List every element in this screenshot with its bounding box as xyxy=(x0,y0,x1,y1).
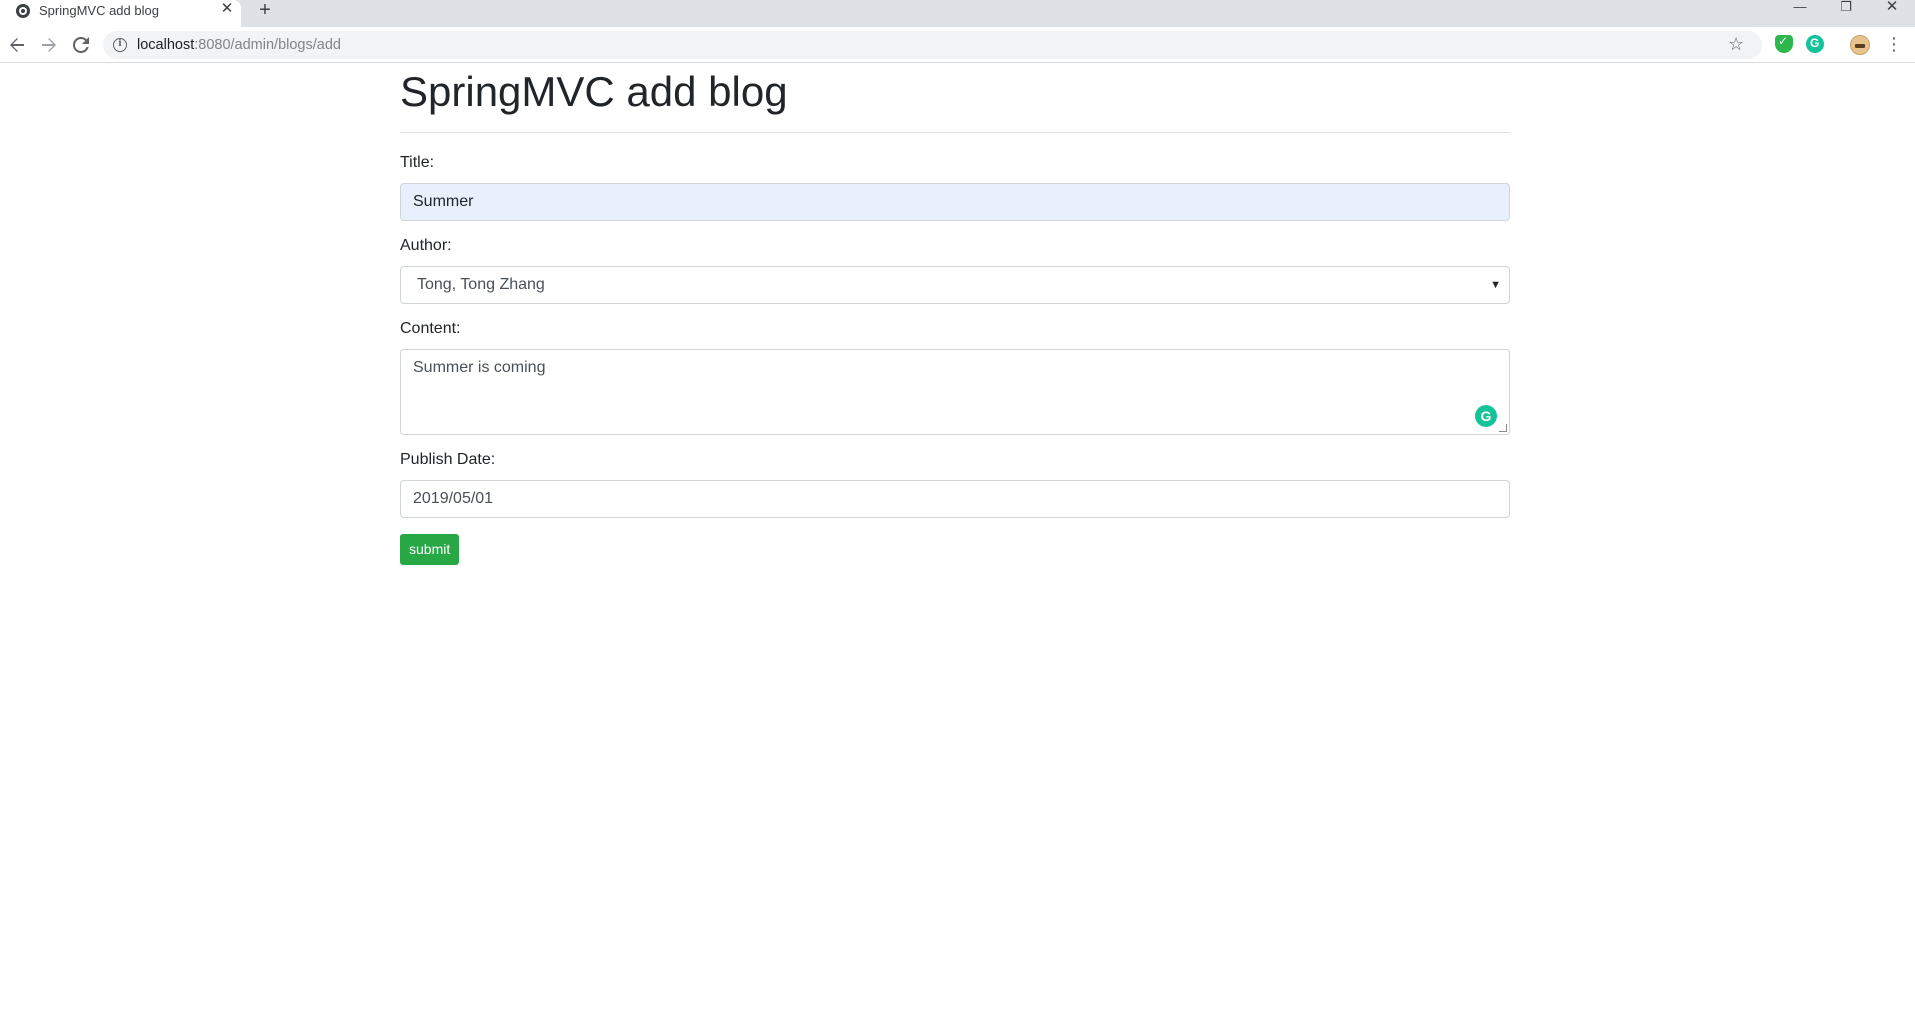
browser-tab[interactable]: SpringMVC add blog ✕ xyxy=(0,0,241,27)
restore-button[interactable]: ❐ xyxy=(1823,0,1869,16)
publish-date-label: Publish Date: xyxy=(400,451,496,468)
profile-avatar[interactable] xyxy=(1850,35,1870,55)
reload-icon[interactable] xyxy=(67,31,95,59)
info-icon[interactable]: i xyxy=(113,38,127,52)
tab-close-icon[interactable]: ✕ xyxy=(219,1,235,17)
minimize-button[interactable]: — xyxy=(1777,0,1823,16)
submit-button[interactable]: submit xyxy=(400,534,460,565)
globe-icon xyxy=(16,4,30,18)
grammarly-icon[interactable]: G xyxy=(1475,405,1497,427)
url-text[interactable]: localhost:8080/admin/blogs/add xyxy=(137,37,341,53)
content-text: Summer is coming xyxy=(413,359,546,376)
browser-menu-icon[interactable]: ⋮ xyxy=(1880,30,1908,58)
window-close-button[interactable]: ✕ xyxy=(1869,0,1915,16)
publish-date-input[interactable]: 2019/05/01 xyxy=(400,480,1510,518)
new-tab-button[interactable]: + xyxy=(255,0,275,20)
back-arrow-icon[interactable] xyxy=(3,31,31,59)
address-bar[interactable]: i localhost:8080/admin/blogs/add ☆ xyxy=(103,31,1762,59)
content-textarea[interactable]: Summer is coming G xyxy=(400,349,1510,435)
tab-title: SpringMVC add blog xyxy=(39,3,159,18)
browser-toolbar: i localhost:8080/admin/blogs/add ☆ ⋮ xyxy=(0,27,1915,63)
shield-extension-icon[interactable] xyxy=(1775,34,1793,53)
resize-handle[interactable] xyxy=(1499,424,1507,432)
bookmark-star-icon[interactable]: ☆ xyxy=(1728,34,1744,55)
page-content: SpringMVC add blog Title: Summer Author:… xyxy=(400,64,1510,565)
content-label: Content: xyxy=(400,320,461,337)
tab-strip: SpringMVC add blog ✕ + — ❐ ✕ xyxy=(0,0,1915,27)
dropdown-arrow-icon: ▼ xyxy=(1490,279,1501,291)
forward-arrow-icon[interactable] xyxy=(35,31,63,59)
author-label: Author: xyxy=(400,237,452,254)
title-label: Title: xyxy=(400,154,435,171)
author-selected-value: Tong, Tong Zhang xyxy=(417,276,545,293)
title-input[interactable]: Summer xyxy=(400,183,1510,221)
author-select[interactable]: Tong, Tong Zhang ▼ xyxy=(400,266,1510,304)
page-title: SpringMVC add blog xyxy=(400,68,788,115)
grammarly-extension-icon[interactable] xyxy=(1806,35,1824,53)
divider xyxy=(400,132,1510,133)
